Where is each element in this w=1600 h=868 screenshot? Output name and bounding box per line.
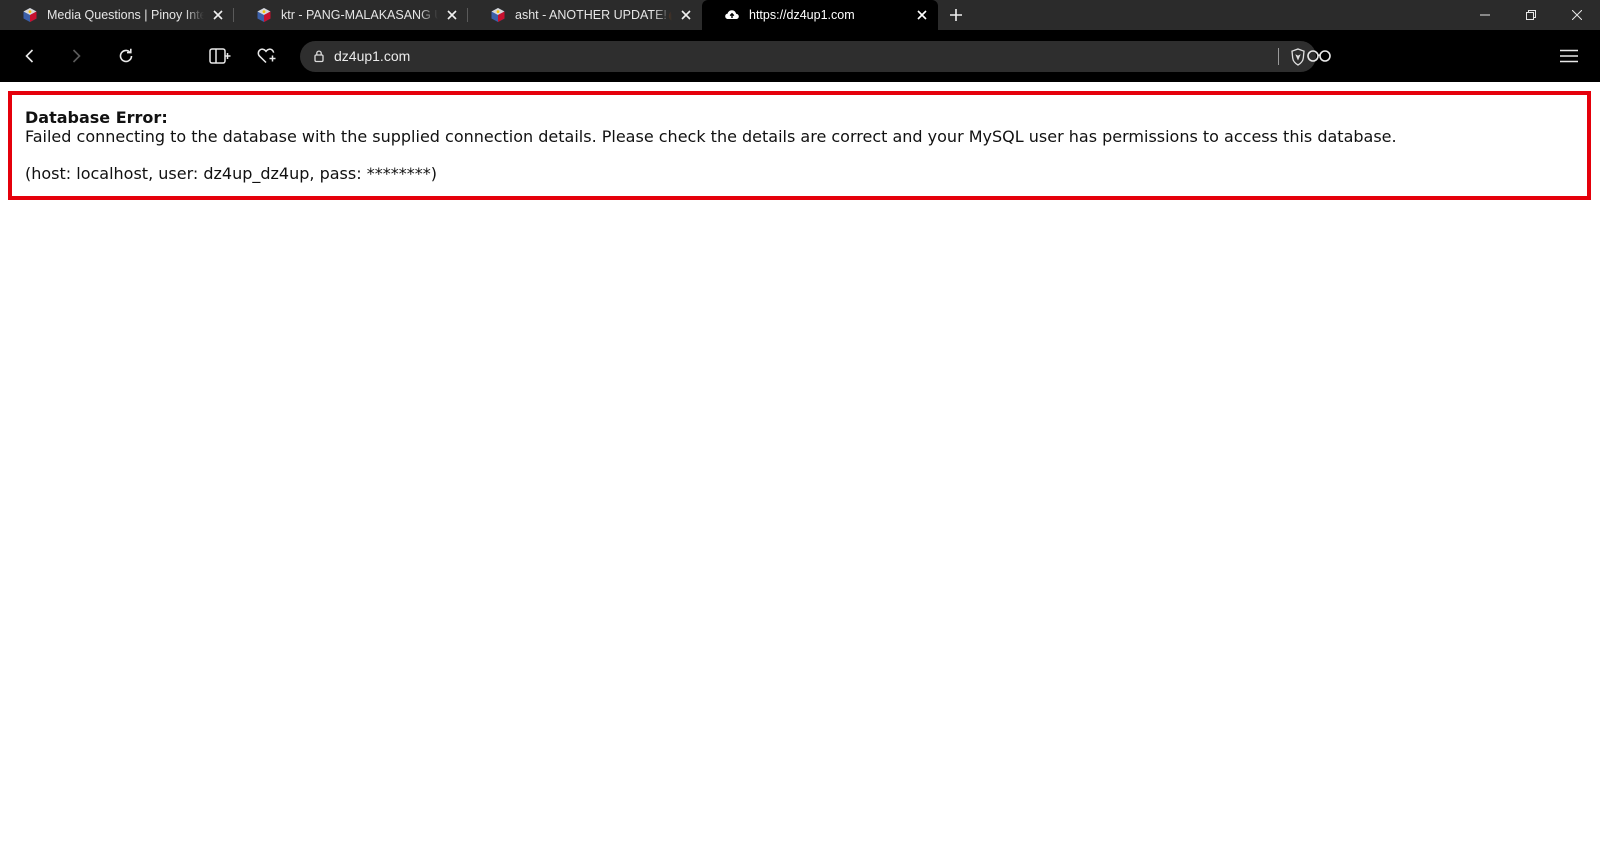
close-icon xyxy=(1572,10,1582,20)
forward-arrow-icon xyxy=(68,48,84,64)
minimize-button[interactable] xyxy=(1462,0,1508,30)
close-icon[interactable] xyxy=(210,7,226,23)
tab-title: asht - ANOTHER UPDATE!🔥 SHI xyxy=(515,7,672,22)
url-text[interactable]: dz4up1.com xyxy=(334,48,410,64)
bookmark-heart-icon xyxy=(257,47,277,65)
pinoy-site-favicon-icon xyxy=(490,7,506,23)
close-icon[interactable] xyxy=(678,7,694,23)
reader-mode-button[interactable] xyxy=(1302,39,1336,73)
reload-icon xyxy=(117,47,135,65)
reload-button[interactable] xyxy=(109,39,143,73)
error-message: Failed connecting to the database with t… xyxy=(25,127,1397,146)
new-tab-button[interactable] xyxy=(938,0,974,30)
address-bar-divider xyxy=(1278,48,1279,65)
forward-button[interactable] xyxy=(59,39,93,73)
tab-title: ktr - PANG-MALAKASANG UPDA xyxy=(281,8,438,22)
pinoy-site-favicon-icon xyxy=(22,7,38,23)
browser-toolbar: dz4up1.com xyxy=(0,30,1600,82)
plus-icon xyxy=(949,8,963,22)
page-content: Database Error: Failed connecting to the… xyxy=(0,82,1600,868)
connection-details: (host: localhost, user: dz4up_dz4up, pas… xyxy=(25,164,437,183)
close-window-button[interactable] xyxy=(1554,0,1600,30)
minimize-icon xyxy=(1480,10,1490,20)
window-controls xyxy=(1462,0,1600,30)
hamburger-menu-icon xyxy=(1560,49,1578,63)
tab-title: https://dz4up1.com xyxy=(749,8,855,22)
tab-media-questions[interactable]: Media Questions | Pinoy Interne xyxy=(0,0,234,30)
tab-asht-update[interactable]: asht - ANOTHER UPDATE!🔥 SHI xyxy=(468,0,702,30)
back-button[interactable] xyxy=(13,39,47,73)
tab-strip: Media Questions | Pinoy Interne ktr - PA… xyxy=(0,0,1600,30)
error-title: Database Error: xyxy=(25,108,168,127)
close-icon[interactable] xyxy=(444,7,460,23)
cloud-upload-favicon-icon xyxy=(724,7,740,23)
lock-icon[interactable] xyxy=(312,49,326,63)
main-menu-button[interactable] xyxy=(1552,39,1586,73)
tab-title: Media Questions | Pinoy Interne xyxy=(47,8,204,22)
pinoy-site-favicon-icon xyxy=(256,7,272,23)
back-arrow-icon xyxy=(22,48,38,64)
restore-button[interactable] xyxy=(1508,0,1554,30)
sidebar-icon xyxy=(209,47,231,65)
database-error-box: Database Error: Failed connecting to the… xyxy=(8,91,1591,200)
restore-icon xyxy=(1526,10,1536,20)
tab-ktr-update[interactable]: ktr - PANG-MALAKASANG UPDA xyxy=(234,0,468,30)
address-bar[interactable]: dz4up1.com xyxy=(300,41,1316,72)
sidebar-button[interactable] xyxy=(203,39,237,73)
close-icon[interactable] xyxy=(914,7,930,23)
tab-dz4up1[interactable]: https://dz4up1.com xyxy=(702,0,938,30)
bookmark-button[interactable] xyxy=(250,39,284,73)
glasses-icon xyxy=(1306,49,1332,63)
